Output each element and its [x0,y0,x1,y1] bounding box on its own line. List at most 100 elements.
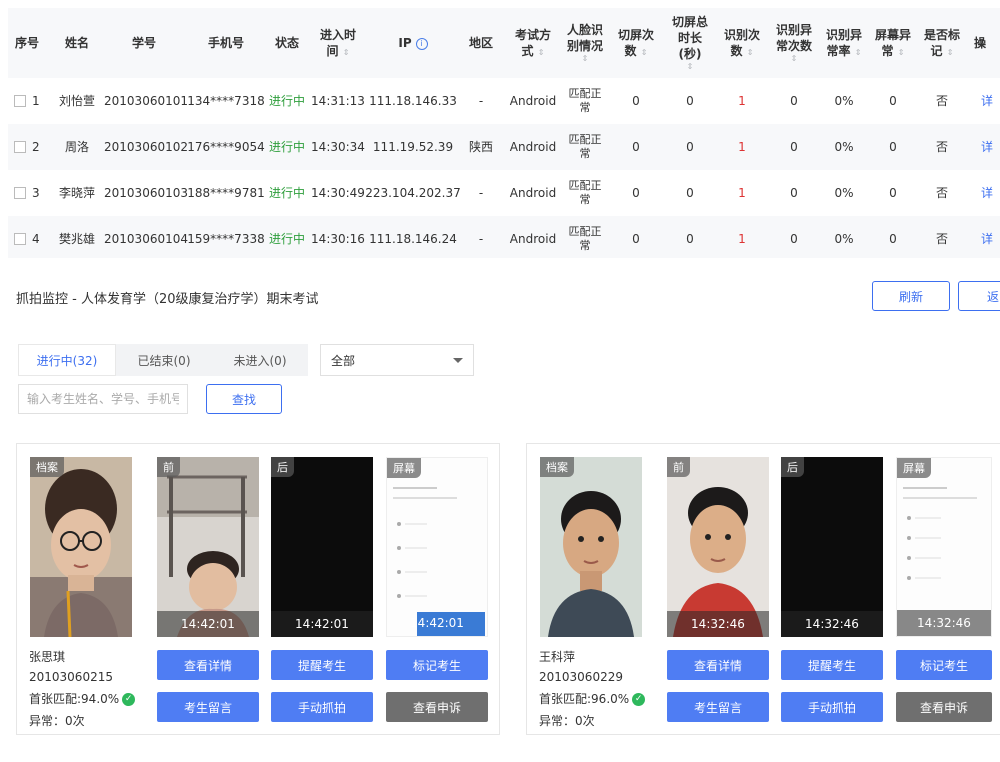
cell-op[interactable]: 详 [974,124,1000,170]
cell-sa: 0 [889,232,897,246]
table-header: 序号 姓名 学号 手机号 状态 进入时间 ⇕ IP i 地区 考试方式 ⇕ 人脸识… [8,8,1000,78]
search-input[interactable] [18,384,188,414]
cell-text: 常 [579,147,591,160]
back-photo[interactable]: 后 14:32:46 [781,457,883,637]
filter-select-value: 全部 [331,353,356,368]
screen-photo[interactable]: 屏幕 14:32:46 [896,457,992,637]
cell-status: 进行中 [268,140,305,154]
col-rec-abnormal-count[interactable]: 识别异 常次数 ⇕ [768,8,820,78]
col-screen-abnormal[interactable]: 屏幕异常 ⇕ [870,8,916,78]
student-message-button[interactable]: 考生留言 [157,692,259,722]
sort-icon[interactable]: ⇕ [855,48,862,57]
row-number: 2 [32,140,40,154]
archive-photo[interactable]: 档案 [30,457,132,637]
col-exam-mode[interactable]: 考试方式 ⇕ [508,8,558,78]
back-button[interactable]: 返 [958,281,1000,311]
sort-icon[interactable]: ⇕ [538,48,545,57]
cell-op[interactable]: 详 [974,78,1000,124]
photo-label: 后 [781,457,804,477]
monitor-title: 抓拍监控 - 人体发育学（20级康复治疗学）期末考试 [16,292,319,307]
photo-time: 14:42:01 [271,611,373,637]
cell-status: 进行中 [268,232,305,246]
sort-icon[interactable]: ⇕ [641,48,648,57]
manual-capture-button[interactable]: 手动抓拍 [271,692,373,722]
photo-label: 档案 [540,457,574,477]
col-marked[interactable]: 是否标记 ⇕ [918,8,966,78]
row-checkbox[interactable] [14,141,26,153]
cell-sa: 0 [889,94,897,108]
tab-not-entered[interactable]: 未进入(0) [212,344,308,376]
cell-status: 进行中 [268,94,305,108]
back-photo[interactable]: 后 14:42:01 [271,457,373,637]
row-checkbox[interactable] [14,187,26,199]
cell-rar: 0% [834,94,854,108]
col-name: 姓名 [64,36,89,50]
view-details-button[interactable]: 查看详情 [667,650,769,680]
col-rec-abnormal-rate[interactable]: 识别异 常率 ⇕ [820,8,868,78]
cell-op[interactable]: 详 [974,170,1000,216]
view-appeal-button[interactable]: 查看申诉 [896,692,992,722]
archive-photo[interactable]: 档案 [540,457,642,637]
col-no: 序号 [14,36,39,50]
sort-icon[interactable]: ⇕ [947,48,954,57]
sort-icon[interactable]: ⇕ [747,48,754,57]
cell-ip: 223.104.202.37 [365,186,461,200]
row-checkbox[interactable] [14,233,26,245]
cell-mk: 否 [935,186,948,200]
tab-finished[interactable]: 已结束(0) [116,344,212,376]
col-rec-count[interactable]: 识别次数 ⇕ [718,8,766,78]
sort-icon[interactable]: ⇕ [791,54,798,64]
cell-sc: 0 [632,140,640,154]
manual-capture-button[interactable]: 手动抓拍 [781,692,883,722]
cell-op[interactable]: 详 [974,216,1000,258]
remind-student-button[interactable]: 提醒考生 [781,650,883,680]
refresh-button[interactable]: 刷新 [872,281,950,311]
mark-student-button[interactable]: 标记考生 [386,650,488,680]
row-checkbox[interactable] [14,95,26,107]
col-switch-count[interactable]: 切屏次数 ⇕ [612,8,660,78]
filter-select[interactable]: 全部 [320,344,474,376]
cell-mode: Android [509,232,557,246]
sort-icon[interactable]: ⇕ [898,48,905,57]
photo-label: 后 [271,457,294,477]
cell-rac: 0 [790,94,798,108]
front-photo[interactable]: 前 14:42:01 [157,457,259,637]
cell-face: 匹配正常 [562,124,608,170]
photo-label: 档案 [30,457,64,477]
view-appeal-button[interactable]: 查看申诉 [386,692,488,722]
mark-student-button[interactable]: 标记考生 [896,650,992,680]
find-button[interactable]: 查找 [206,384,282,414]
row-number: 4 [32,232,40,246]
cell-rc: 1 [738,232,746,246]
col-enter-time[interactable]: 进入时间 ⇕ [310,8,366,78]
remind-student-button[interactable]: 提醒考生 [271,650,373,680]
cell-rac: 0 [790,186,798,200]
screen-photo[interactable]: 屏幕 14:42:01 [386,457,488,637]
info-icon[interactable]: i [415,37,428,50]
col-face[interactable]: 人脸识 别情况 ⇕ [562,8,608,78]
sort-icon[interactable]: ⇕ [582,54,589,64]
match-rate: 首张匹配:94.0% ✓ [29,690,136,707]
cell-time: 14:30:16 [311,232,365,246]
front-photo[interactable]: 前 14:32:46 [667,457,769,637]
sort-icon[interactable]: ⇕ [687,62,694,72]
col-switch-duration[interactable]: 切屏总 时长 (秒) ⇕ [664,8,716,78]
cell-text: 常 [579,193,591,206]
student-message-button[interactable]: 考生留言 [667,692,769,722]
cell-sc: 0 [632,94,640,108]
cell-mode: Android [509,94,557,108]
cell-time: 14:30:49 [311,186,365,200]
match-rate: 首张匹配:96.0% ✓ [539,690,646,707]
view-details-button[interactable]: 查看详情 [157,650,259,680]
row-number: 3 [32,186,40,200]
sort-icon[interactable]: ⇕ [343,48,350,57]
front-camera-image [667,457,769,637]
cell-ip: 111.18.146.24 [369,232,457,246]
photo-label: 屏幕 [387,458,421,478]
photo-time: 14:32:46 [897,610,991,636]
cell-phone: 159****7338 [187,232,265,246]
col-operation: 操 [974,36,987,50]
col-status: 状态 [274,36,299,50]
tab-in-progress[interactable]: 进行中(32) [18,344,116,376]
cell-text: 匹配正 [568,87,602,100]
